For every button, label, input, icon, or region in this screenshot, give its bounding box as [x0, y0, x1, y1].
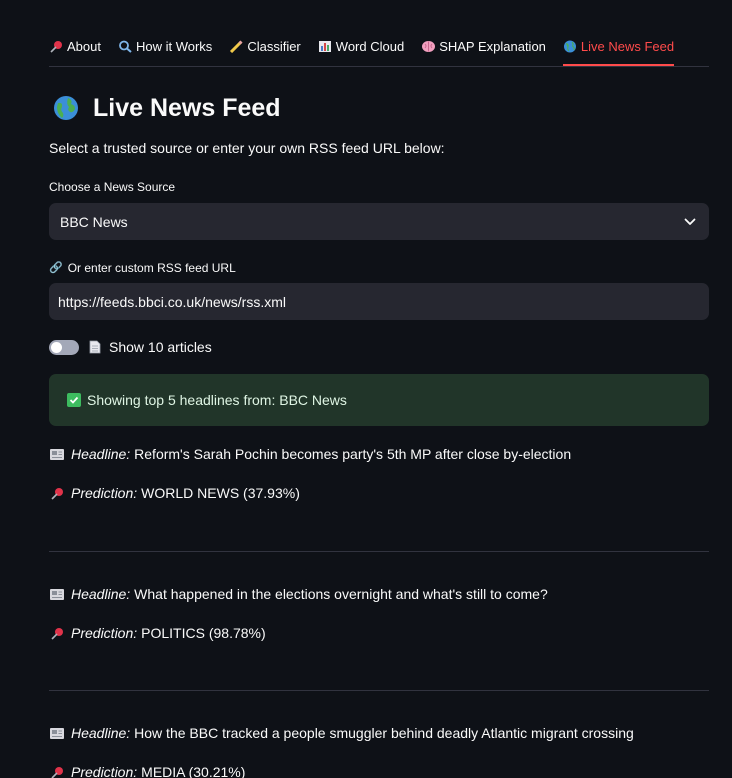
magnifier-icon [119, 40, 132, 53]
pushpin-icon [51, 766, 63, 778]
url-input-label: 🔗 Or enter custom RSS feed URL [49, 260, 709, 275]
prediction-label: Prediction: [71, 485, 138, 501]
prediction-label: Prediction: [71, 625, 138, 641]
news-source-value: BBC News [60, 213, 128, 230]
success-alert-text: Showing top 5 headlines from: BBC News [87, 392, 347, 408]
rss-url-input[interactable]: https://feeds.bbci.co.uk/news/rss.xml [49, 283, 709, 320]
news-source-select[interactable]: BBC News [49, 203, 709, 240]
article-prediction: Prediction: POLITICS (98.78%) [49, 624, 709, 642]
headline-label: Headline: [71, 446, 131, 462]
globe-icon [563, 40, 576, 53]
pencil-icon [230, 40, 243, 53]
show-articles-toggle[interactable] [49, 339, 79, 355]
brain-icon [422, 41, 436, 52]
tab-classifier-label: Classifier [247, 39, 301, 54]
tab-live-news-feed[interactable]: Live News Feed [562, 29, 675, 66]
article-prediction: Prediction: WORLD NEWS (37.93%) [49, 484, 709, 502]
article-divider [49, 690, 709, 691]
headline-text: How the BBC tracked a people smuggler be… [134, 725, 634, 741]
article-item: Headline: Reform's Sarah Pochin becomes … [49, 445, 709, 502]
tab-word-cloud-label: Word Cloud [335, 39, 405, 54]
newspaper-icon [50, 727, 64, 739]
tab-live-news-feed-label: Live News Feed [580, 39, 675, 54]
prediction-text: POLITICS (98.78%) [141, 625, 266, 641]
show-articles-label: Show 10 articles [109, 339, 212, 355]
source-select-label: Choose a News Source [49, 179, 176, 194]
article-item: Headline: How the BBC tracked a people s… [49, 724, 709, 778]
tab-how-it-works-label: How it Works [135, 39, 213, 54]
show-articles-toggle-row: Show 10 articles [49, 337, 709, 357]
pushpin-icon [51, 627, 63, 640]
article-headline: Headline: What happened in the elections… [49, 585, 709, 603]
check-mark-icon [67, 393, 81, 407]
article-item: Headline: What happened in the elections… [49, 585, 709, 642]
page-title: Live News Feed [49, 92, 709, 124]
tab-shap-explanation-label: SHAP Explanation [439, 39, 546, 54]
article-headline: Headline: How the BBC tracked a people s… [49, 724, 709, 742]
newspaper-icon [50, 448, 64, 460]
intro-text: Select a trusted source or enter your ow… [49, 140, 445, 156]
tab-about[interactable]: About [49, 29, 101, 65]
pushpin-icon [50, 41, 62, 53]
tab-how-it-works[interactable]: How it Works [118, 29, 212, 65]
article-divider [49, 551, 709, 552]
document-icon [89, 340, 101, 354]
article-prediction: Prediction: MEDIA (30.21%) [49, 763, 709, 778]
prediction-text: WORLD NEWS (37.93%) [141, 485, 300, 501]
pushpin-icon [51, 487, 63, 500]
prediction-label: Prediction: [71, 764, 138, 778]
toggle-knob [51, 341, 62, 353]
chevron-down-icon [684, 218, 696, 225]
link-icon: 🔗 [49, 262, 63, 274]
tab-shap-explanation[interactable]: SHAP Explanation [421, 29, 546, 65]
headline-text: What happened in the elections overnight… [134, 586, 548, 602]
bar-chart-icon [318, 41, 331, 52]
prediction-text: MEDIA (30.21%) [141, 764, 246, 778]
newspaper-icon [50, 588, 64, 600]
main-content: About How it Works Classifier Word Cloud… [49, 0, 709, 778]
app-page: About How it Works Classifier Word Cloud… [0, 0, 732, 778]
headline-label: Headline: [71, 586, 131, 602]
tab-about-label: About [67, 39, 101, 54]
url-input-label-text: Or enter custom RSS feed URL [67, 260, 236, 275]
rss-url-value: https://feeds.bbci.co.uk/news/rss.xml [58, 293, 286, 310]
tab-classifier[interactable]: Classifier [229, 29, 301, 65]
success-alert: Showing top 5 headlines from: BBC News [49, 374, 709, 426]
tab-bar: About How it Works Classifier Word Cloud… [49, 29, 709, 67]
article-headline: Headline: Reform's Sarah Pochin becomes … [49, 445, 709, 463]
page-title-text: Live News Feed [93, 93, 281, 122]
tab-word-cloud[interactable]: Word Cloud [318, 29, 404, 65]
headline-label: Headline: [71, 725, 131, 741]
globe-icon [54, 96, 78, 120]
headline-text: Reform's Sarah Pochin becomes party's 5t… [134, 446, 572, 462]
